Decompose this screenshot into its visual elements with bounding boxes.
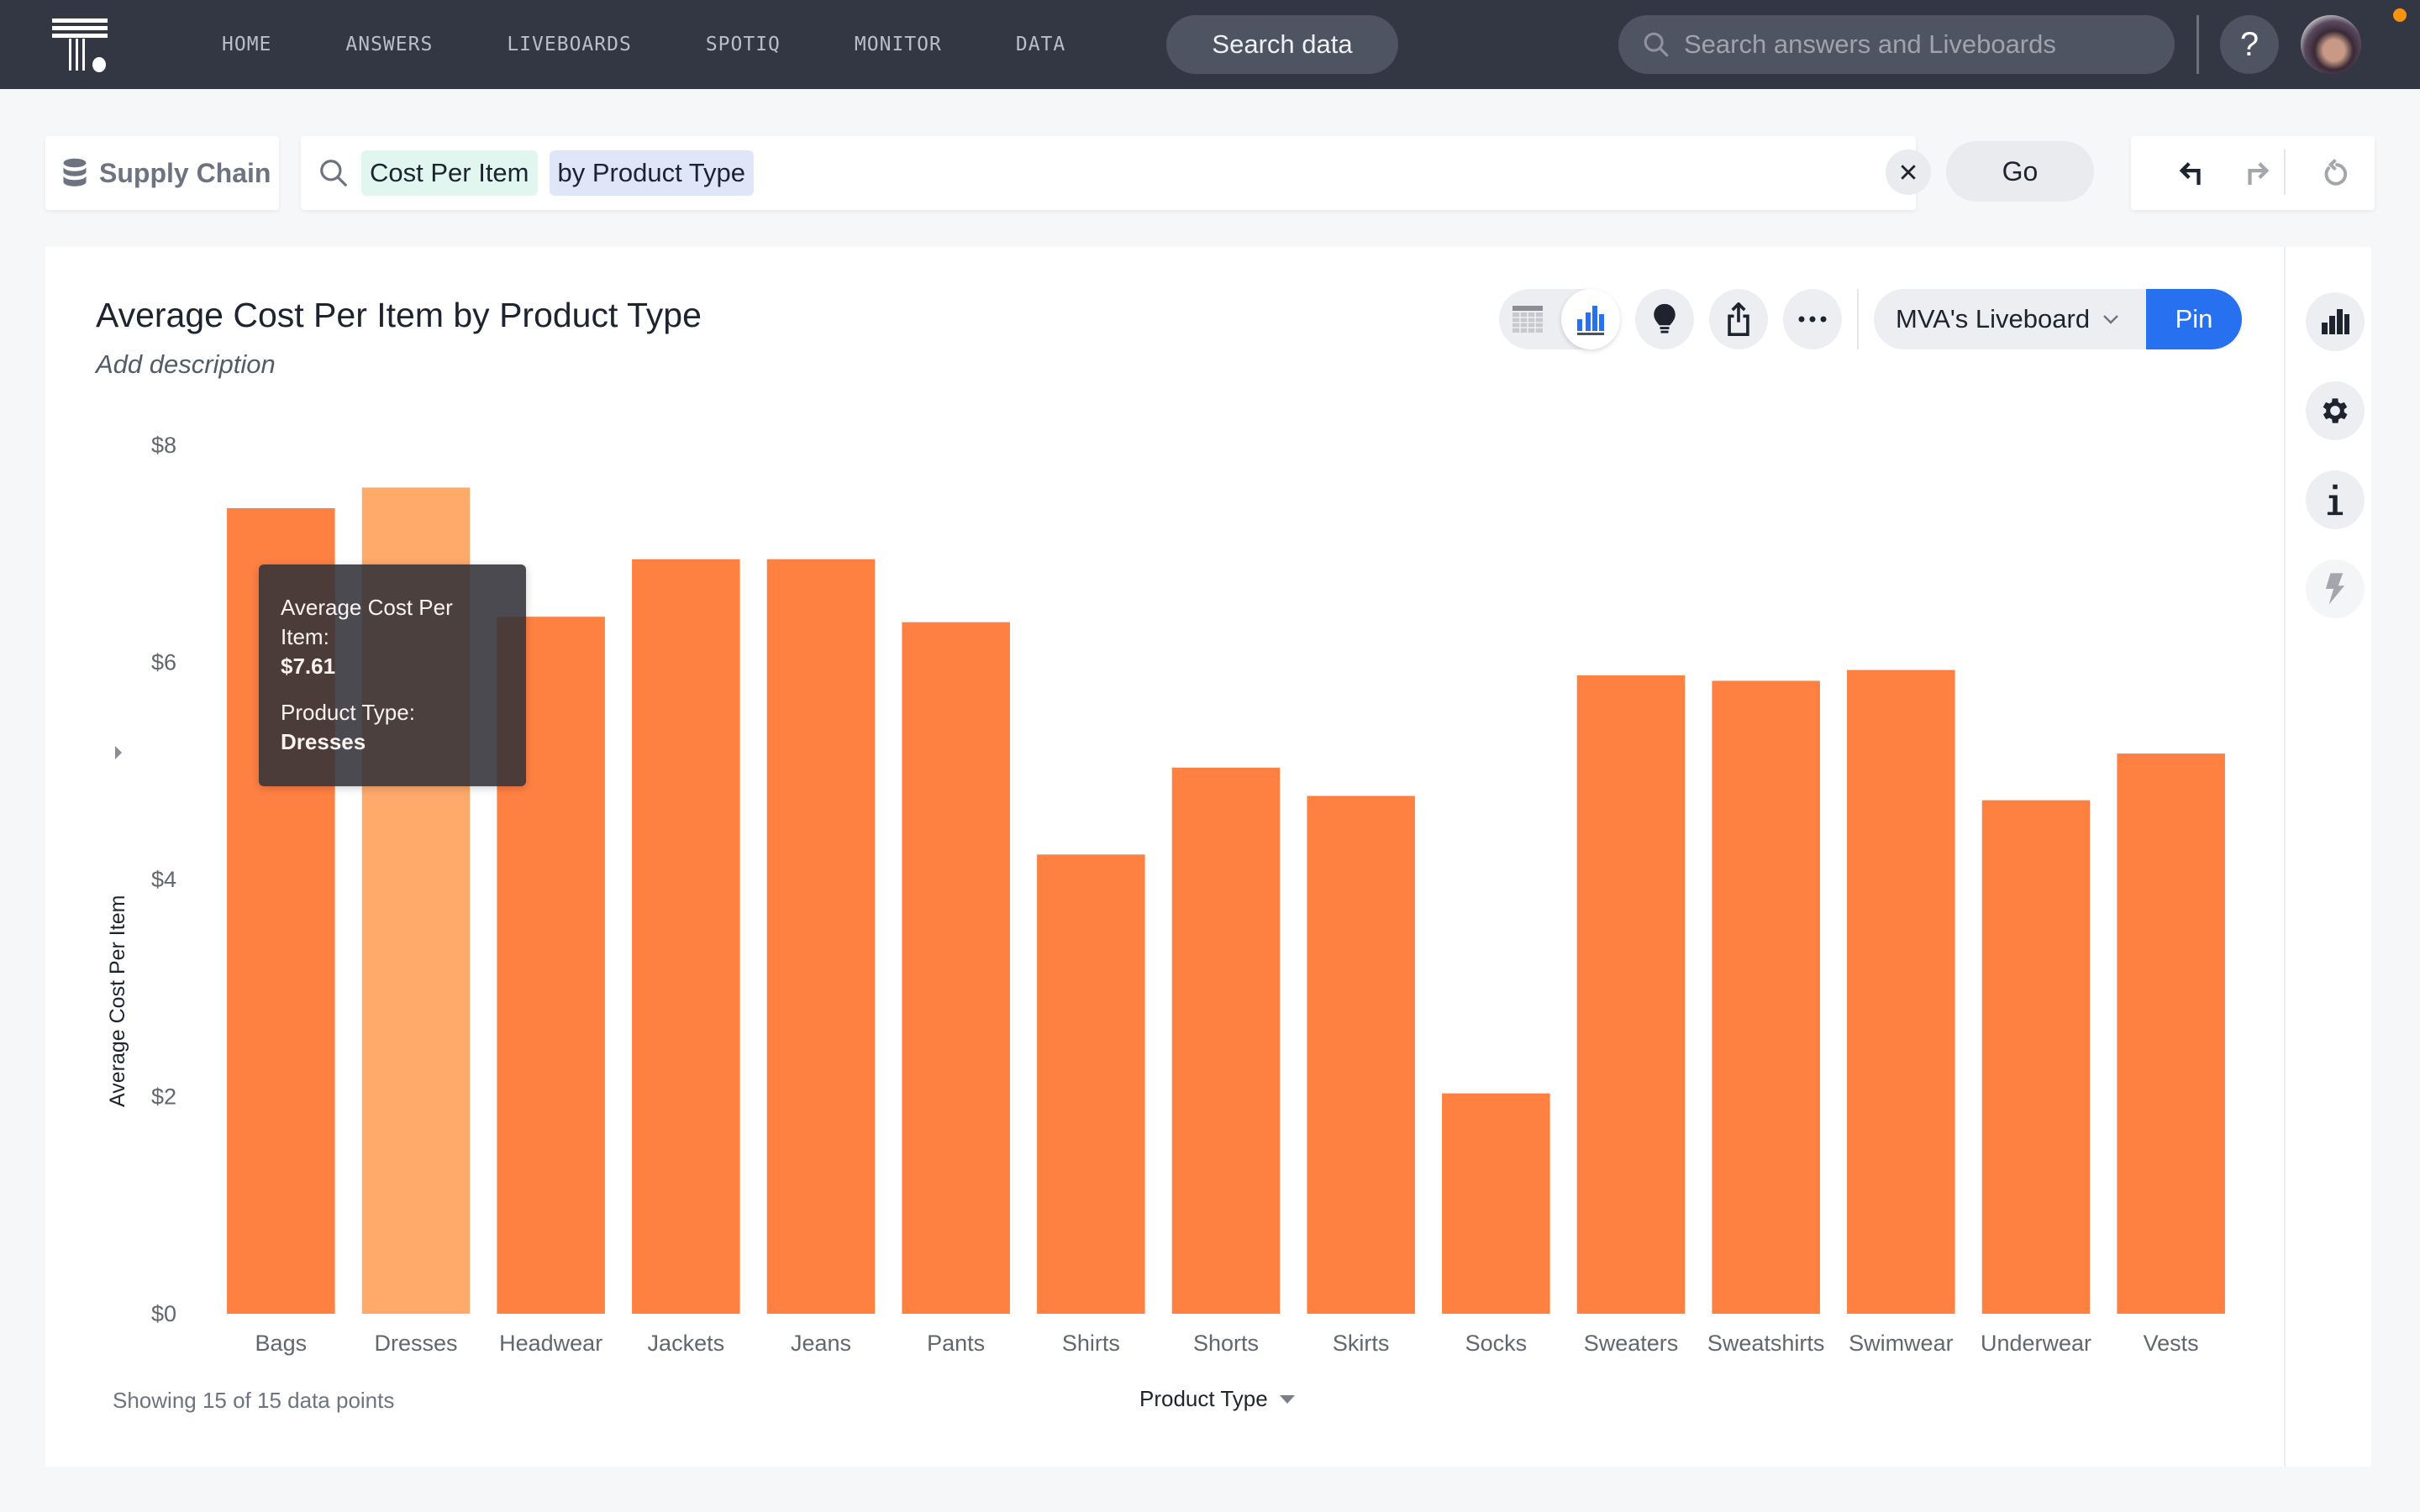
y-tick-label: $4 xyxy=(151,867,176,892)
bar-sweaters[interactable] xyxy=(1576,675,1686,1314)
chart-tooltip: Average Cost Per Item: $7.61 Product Typ… xyxy=(259,564,526,786)
x-tick-label: Underwear xyxy=(1981,1331,2091,1356)
clear-search-button[interactable] xyxy=(1886,150,1931,195)
nav-home[interactable]: HOME xyxy=(222,34,271,55)
global-search-placeholder: Search answers and Liveboards xyxy=(1684,29,2056,59)
nav-data[interactable]: DATA xyxy=(1016,34,1065,55)
bar-socks[interactable] xyxy=(1442,1093,1550,1314)
history-divider xyxy=(2284,150,2286,195)
y-axis-title[interactable]: Average Cost Per Item xyxy=(106,895,129,1107)
reset-icon xyxy=(2324,159,2348,186)
x-tick-label: Shirts xyxy=(1062,1331,1120,1356)
x-tick-label: Shorts xyxy=(1193,1331,1259,1356)
thoughtspot-logo[interactable] xyxy=(52,18,109,74)
bar-shorts[interactable] xyxy=(1171,767,1281,1314)
avatar[interactable] xyxy=(2301,15,2361,74)
bar-sweatshirts[interactable] xyxy=(1712,680,1820,1314)
nav-links: HOME ANSWERS LIVEBOARDS SPOTIQ MONITOR D… xyxy=(222,0,1139,89)
x-tick-label: Dresses xyxy=(374,1331,457,1356)
tooltip-measure-label: Average Cost Per Item: xyxy=(281,595,453,649)
y-tick-label: $2 xyxy=(151,1084,176,1110)
x-tick-label: Socks xyxy=(1465,1331,1528,1356)
redo-icon xyxy=(2248,162,2270,186)
info-icon xyxy=(2327,484,2344,516)
right-rail xyxy=(2284,247,2371,1467)
search-token-measure[interactable]: Cost Per Item xyxy=(361,150,538,196)
notification-dot xyxy=(2393,8,2407,22)
x-tick-label: Bags xyxy=(255,1331,308,1356)
nav-divider xyxy=(2196,15,2199,74)
history-controls xyxy=(2131,136,2375,210)
gear-icon xyxy=(2323,398,2348,423)
y-axis-expand-caret[interactable] xyxy=(115,746,122,759)
help-button[interactable]: ? xyxy=(2220,15,2279,74)
bar-skirts[interactable] xyxy=(1307,795,1415,1314)
y-tick-label: $0 xyxy=(151,1301,176,1326)
chart-config-button[interactable] xyxy=(2306,292,2365,351)
y-tick-label: $8 xyxy=(151,433,176,458)
top-nav: HOME ANSWERS LIVEBOARDS SPOTIQ MONITOR D… xyxy=(0,0,2420,89)
bar-underwear[interactable] xyxy=(1981,800,2091,1314)
data-points-count: Showing 15 of 15 data points xyxy=(113,1388,395,1413)
bar-shirts[interactable] xyxy=(1037,854,1145,1314)
redo-button[interactable] xyxy=(2235,151,2279,195)
y-axis: $0 $2 $4 $6 $8 xyxy=(151,433,176,1326)
search-icon xyxy=(320,160,347,186)
search-token-attribute[interactable]: by Product Type xyxy=(549,150,754,196)
y-axis-title-group: Average Cost Per Item xyxy=(106,895,129,1107)
undo-button[interactable] xyxy=(2170,151,2213,195)
y-tick-label: $6 xyxy=(151,650,176,675)
data-source-label: Supply Chain xyxy=(99,157,271,188)
bar-pants[interactable] xyxy=(902,622,1010,1314)
x-tick-label: Pants xyxy=(927,1331,985,1356)
bar-swimwear[interactable] xyxy=(1847,669,1955,1314)
search-data-button[interactable]: Search data xyxy=(1166,15,1398,74)
x-axis: Bags Dresses Headwear Jackets Jeans Pants Shir… xyxy=(255,1331,2199,1356)
bars xyxy=(227,487,2225,1314)
bar-vests[interactable] xyxy=(2117,753,2225,1314)
x-tick-label: Jeans xyxy=(791,1331,851,1356)
nav-monitor[interactable]: MONITOR xyxy=(855,34,942,55)
x-tick-label: Swimwear xyxy=(1849,1331,1954,1356)
search-icon xyxy=(1644,32,1669,57)
x-tick-label: Skirts xyxy=(1333,1331,1390,1356)
search-query-bar[interactable]: Cost Per Item by Product Type xyxy=(301,136,1916,210)
bar-chart: $0 $2 $4 $6 $8 Bags Dresses Headwear Jackets Jea… xyxy=(106,433,2225,1356)
database-icon xyxy=(63,158,87,186)
tooltip-measure-value: $7.61 xyxy=(281,654,336,679)
data-source-selector[interactable]: Supply Chain xyxy=(45,136,279,210)
x-tick-label: Jackets xyxy=(648,1331,725,1356)
bar-jeans[interactable] xyxy=(766,559,876,1314)
global-search-input[interactable]: Search answers and Liveboards xyxy=(1618,15,2175,74)
x-axis-selector[interactable]: Product Type xyxy=(1139,1386,1295,1412)
x-tick-label: Sweatshirts xyxy=(1707,1331,1825,1356)
go-button[interactable]: Go xyxy=(1946,141,2094,202)
lightning-icon xyxy=(2325,573,2345,605)
reset-button[interactable] xyxy=(2312,151,2356,195)
x-axis-title: Product Type xyxy=(1139,1386,1268,1411)
settings-button[interactable] xyxy=(2306,381,2365,440)
close-icon xyxy=(1901,165,1916,180)
x-tick-label: Headwear xyxy=(499,1331,602,1356)
x-tick-label: Sweaters xyxy=(1584,1331,1679,1356)
nav-spotiq[interactable]: SPOTIQ xyxy=(706,34,781,55)
bar-jackets[interactable] xyxy=(632,559,740,1314)
nav-answers[interactable]: ANSWERS xyxy=(345,34,433,55)
nav-liveboards[interactable]: LIVEBOARDS xyxy=(507,34,631,55)
answer-card: Average Cost Per Item by Product Type Ad… xyxy=(45,247,2284,1467)
info-button[interactable] xyxy=(2306,470,2365,529)
caret-down-icon xyxy=(1279,1394,1295,1404)
tooltip-attr-label: Product Type: xyxy=(281,700,415,725)
tooltip-attr-value: Dresses xyxy=(281,729,366,754)
x-tick-label: Vests xyxy=(2144,1331,2199,1356)
bar-chart-icon xyxy=(2322,309,2349,334)
undo-icon xyxy=(2179,162,2201,186)
performance-button[interactable] xyxy=(2306,559,2365,618)
